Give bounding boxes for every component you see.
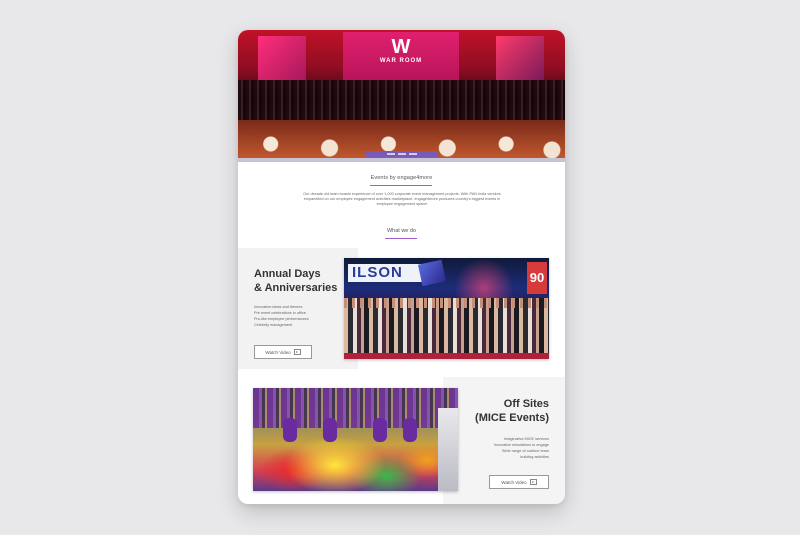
events-title-underline (370, 185, 432, 186)
hero-crowd (238, 80, 565, 120)
carousel-indicator[interactable] (366, 151, 438, 157)
photo-person (323, 418, 337, 442)
hero-divider (238, 158, 565, 162)
offsites-title: Off Sites (MICE Events) (439, 397, 549, 425)
photo-person (403, 418, 417, 442)
stage-people (344, 298, 549, 359)
stage-side-banner: 90 (527, 262, 547, 294)
carousel-dot[interactable] (387, 153, 395, 155)
offsites-title-line1: Off Sites (503, 398, 549, 410)
watch-video-label: Watch Video (501, 479, 527, 485)
hero-logo-title: WAR ROOM (379, 58, 423, 64)
offsites-title-line2: (MICE Events) (475, 412, 549, 424)
events-section-title: Events by engage4more (370, 175, 433, 181)
annual-days-title: Annual Days & Anniversaries (254, 267, 337, 295)
hero-screen-right (496, 36, 544, 80)
what-we-do-title: What we do (386, 228, 417, 234)
events-intro-text: Our decade old team boasts experience of… (303, 192, 501, 206)
annual-feature-list: Innovative ideas and themes Pre event ce… (254, 304, 309, 328)
hero-screen-left (258, 36, 306, 80)
carousel-dot[interactable] (398, 153, 406, 155)
hero-banner-image: W WAR ROOM (238, 30, 565, 160)
website-mockup-card: W WAR ROOM Events by engage4more Our dec… (238, 30, 565, 504)
stage-logo-shape (417, 259, 447, 287)
annual-watch-video-button[interactable]: Watch Video ▸ (254, 345, 312, 359)
carousel-dot[interactable] (409, 153, 417, 155)
annual-title-line2: & Anniversaries (254, 282, 338, 294)
stage-edge (344, 353, 549, 359)
offsites-photo (253, 388, 458, 491)
watch-video-label: Watch Video (265, 349, 291, 355)
annual-title-line1: Annual Days (254, 268, 321, 280)
play-icon: ▸ (293, 349, 301, 355)
what-we-do-underline (385, 238, 417, 239)
photo-person (283, 418, 297, 442)
list-item: Celebrity management (254, 323, 293, 327)
hero-logo-letter: W (391, 36, 411, 58)
offsites-watch-video-button[interactable]: Watch Video ▸ (489, 475, 549, 489)
offsites-feature-list: Imaginative MICE services Innovative sim… (439, 436, 549, 460)
annual-days-photo: ILSON 90 (344, 258, 549, 359)
play-icon: ▸ (529, 479, 537, 485)
photo-person (373, 418, 387, 442)
list-item: building activities (520, 455, 549, 459)
